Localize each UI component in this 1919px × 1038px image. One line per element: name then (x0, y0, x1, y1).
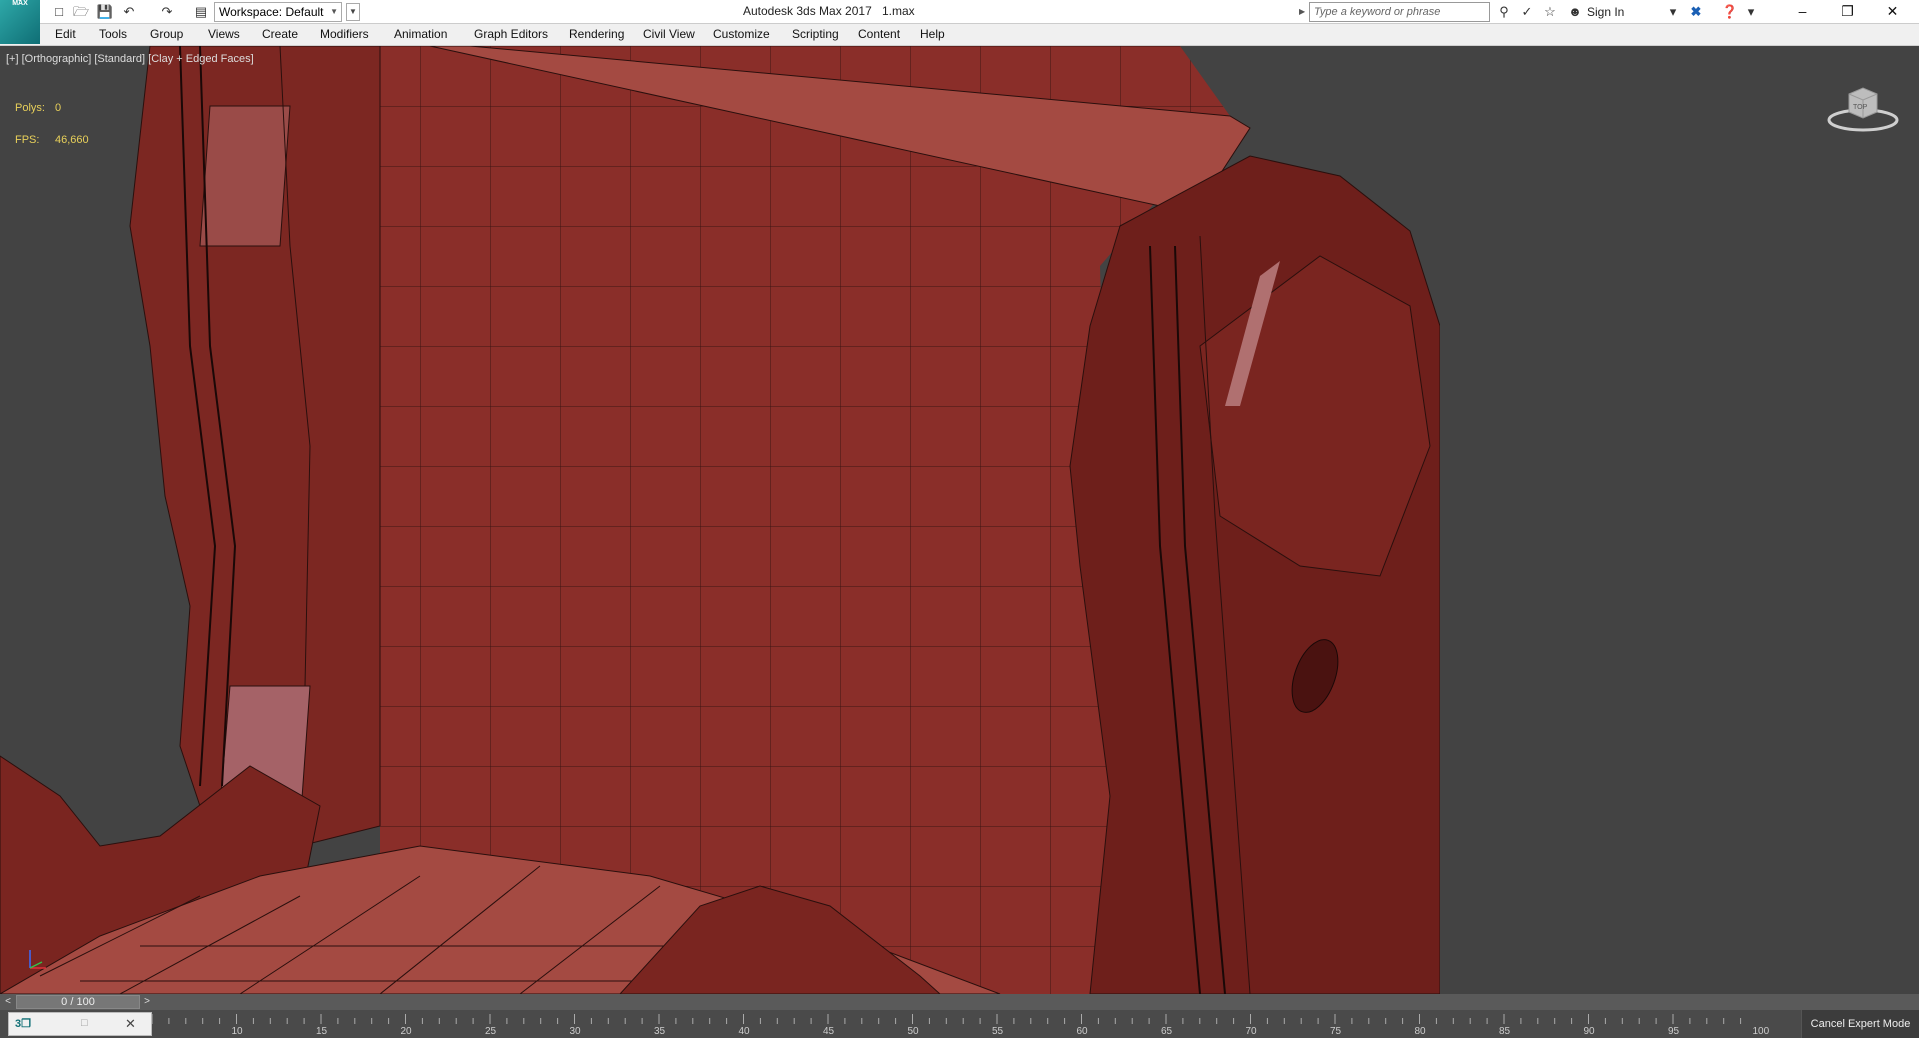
time-slider-thumb[interactable]: 0 / 100 (16, 995, 140, 1009)
timeline-tick-label: 10 (231, 1026, 243, 1037)
close-button[interactable]: ✕ (1870, 0, 1915, 24)
timeline: 3❐ □ ✕ 10 15 20 25 30 35 40 45 50 55 60 65 70 75 80 85 9… (0, 1010, 1919, 1038)
restore-button[interactable]: ❐ (1825, 0, 1870, 24)
timeline-tick-label: 100 (1752, 1026, 1770, 1037)
menu-bar: Edit Tools Group Views Create Modifiers … (0, 24, 1919, 46)
timeline-ruler[interactable] (152, 1010, 1752, 1038)
viewcube-label: TOP (1853, 104, 1868, 111)
project-folder-icon[interactable]: ▤ (192, 3, 210, 21)
sign-in-dropdown-icon[interactable]: ▾ (1664, 3, 1682, 21)
timeline-tick-label: 20 (400, 1026, 412, 1037)
minimize-button[interactable]: – (1780, 0, 1825, 24)
menu-modifiers[interactable]: Modifiers (320, 27, 369, 41)
minimized-window-tray[interactable]: 3❐ □ ✕ (8, 1012, 152, 1036)
workspace-label: Workspace: Default (219, 5, 324, 19)
timeline-tick-label: 65 (1161, 1026, 1173, 1037)
app-title: Autodesk 3ds Max 2017 (743, 4, 872, 18)
chevron-down-icon: ▼ (330, 7, 338, 16)
timeline-tick-label: 70 (1245, 1026, 1257, 1037)
file-name: 1.max (882, 4, 915, 18)
menu-group[interactable]: Group (150, 27, 183, 41)
binoculars-icon[interactable]: ⚲ (1495, 3, 1513, 21)
axis-tripod (22, 946, 52, 976)
app-mini-icon[interactable]: 3❐ (15, 1017, 31, 1030)
menu-animation[interactable]: Animation (394, 27, 447, 41)
timeline-tick-label: 85 (1499, 1026, 1511, 1037)
help-icon[interactable]: ❓ (1721, 3, 1739, 21)
polys-label: Polys: (15, 102, 45, 114)
communication-center-icon[interactable]: ✓ (1518, 3, 1536, 21)
menu-tools[interactable]: Tools (99, 27, 127, 41)
timeline-tick-label: 60 (1076, 1026, 1088, 1037)
viewcube[interactable]: TOP (1827, 82, 1899, 136)
search-expand-icon[interactable]: ▶ (1299, 4, 1307, 20)
favorites-star-icon[interactable]: ☆ (1541, 3, 1559, 21)
menu-graph-editors[interactable]: Graph Editors (474, 27, 548, 41)
open-file-icon[interactable]: 🗁 (72, 3, 90, 21)
undo-icon[interactable]: ↶ (120, 3, 138, 21)
time-slider[interactable]: < 0 / 100 > (0, 994, 1919, 1010)
mesh-render (0, 46, 1919, 994)
timeline-tick-label: 55 (992, 1026, 1004, 1037)
restore-mini-icon[interactable]: □ (81, 1017, 88, 1029)
new-file-icon[interactable]: □ (50, 3, 68, 21)
timeline-tick-label: 75 (1330, 1026, 1342, 1037)
timeline-tick-label: 15 (316, 1026, 328, 1037)
viewport-orthographic[interactable]: [+] [Orthographic] [Standard] [Clay + Ed… (0, 46, 1919, 994)
fps-label: FPS: (15, 134, 40, 146)
app-logo-sub: MAX (12, 0, 28, 7)
timeline-tick-label: 45 (823, 1026, 835, 1037)
help-dropdown-icon[interactable]: ▾ (1742, 3, 1760, 21)
workspace-dropdown[interactable]: Workspace: Default ▼ (214, 2, 342, 22)
menu-views[interactable]: Views (208, 27, 240, 41)
timeline-tick-label: 90 (1583, 1026, 1595, 1037)
autodesk-exchange-icon[interactable]: ✖ (1687, 3, 1705, 21)
time-prev-button[interactable]: < (2, 995, 14, 1009)
axis-tripod-icon (29, 950, 46, 969)
timeline-tick-label: 80 (1414, 1026, 1426, 1037)
menu-scripting[interactable]: Scripting (792, 27, 839, 41)
user-icon: ☻ (1568, 4, 1582, 19)
cancel-expert-mode-button[interactable]: Cancel Expert Mode (1801, 1010, 1919, 1038)
timeline-tick-label: 50 (907, 1026, 919, 1037)
save-icon[interactable]: 💾 (96, 3, 114, 21)
search-input[interactable]: Type a keyword or phrase (1309, 2, 1490, 22)
timeline-tick-label: 40 (738, 1026, 750, 1037)
fps-value: 46,660 (55, 134, 89, 146)
sign-in-button[interactable]: Sign In (1587, 5, 1624, 19)
redo-icon[interactable]: ↷ (158, 3, 176, 21)
polys-value: 0 (55, 102, 62, 114)
timeline-tick-label: 35 (654, 1026, 666, 1037)
menu-content[interactable]: Content (858, 27, 900, 41)
menu-help[interactable]: Help (920, 27, 945, 41)
timeline-tick-label: 25 (485, 1026, 497, 1037)
app-logo[interactable]: 3MAX (0, 0, 40, 44)
timeline-tick-label: 30 (569, 1026, 581, 1037)
menu-customize[interactable]: Customize (713, 27, 770, 41)
title-bar: 3MAX □ 🗁 💾 ↶ ↷ ▤ Workspace: Default ▼ ▼ A… (0, 0, 1919, 44)
menu-rendering[interactable]: Rendering (569, 27, 624, 41)
menu-civil-view[interactable]: Civil View (643, 27, 695, 41)
right-armrest (1069, 155, 1441, 994)
time-next-button[interactable]: > (141, 995, 153, 1009)
viewport-label[interactable]: [+] [Orthographic] [Standard] [Clay + Ed… (6, 53, 254, 65)
menu-create[interactable]: Create (262, 27, 298, 41)
close-mini-icon[interactable]: ✕ (125, 1016, 136, 1032)
workspace-menu-button[interactable]: ▼ (346, 3, 360, 21)
timeline-tick-label: 95 (1668, 1026, 1680, 1037)
menu-edit[interactable]: Edit (55, 27, 76, 41)
